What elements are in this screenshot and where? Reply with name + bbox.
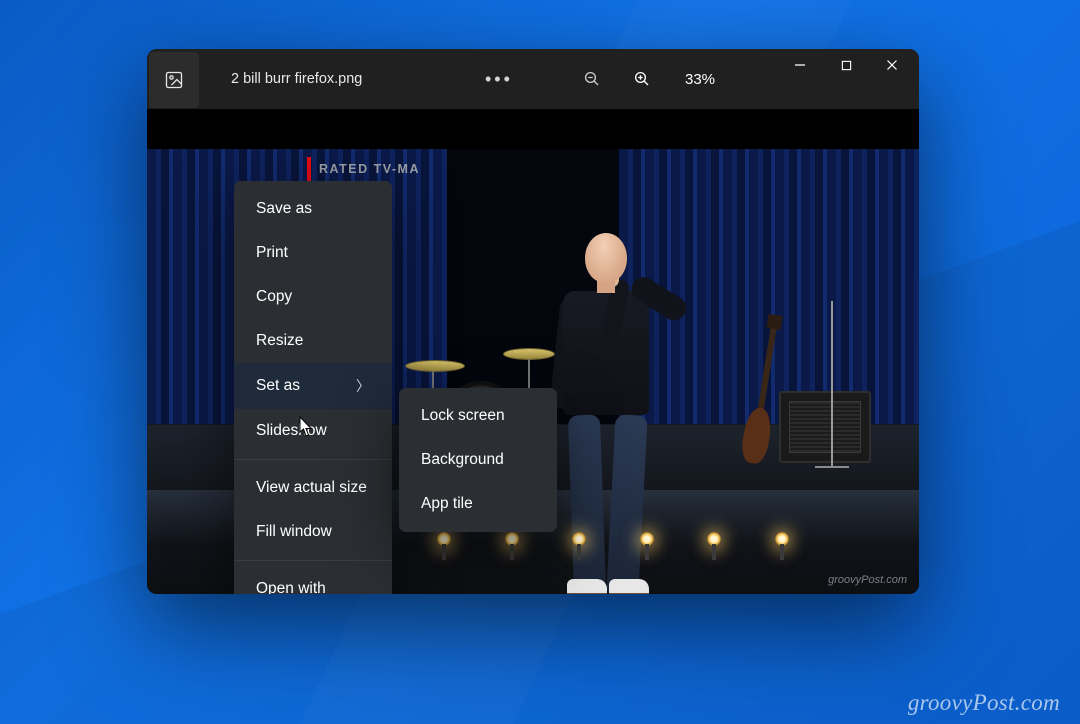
submenu-item-lock-screen[interactable]: Lock screen: [399, 394, 557, 438]
zoom-out-button[interactable]: [581, 68, 603, 90]
chevron-right-icon: 〉: [356, 376, 370, 396]
file-name: 2 bill burr firefox.png: [231, 71, 362, 87]
context-menu: Save as Print Copy Resize Set as 〉 Slide…: [234, 181, 392, 594]
more-button[interactable]: •••: [485, 69, 513, 90]
maximize-button[interactable]: [823, 49, 869, 81]
mouse-cursor-icon: [299, 416, 314, 443]
zoom-level[interactable]: 33%: [685, 71, 715, 88]
menu-item-resize[interactable]: Resize: [234, 319, 392, 363]
close-button[interactable]: [869, 49, 915, 81]
menu-separator: [234, 560, 392, 561]
minimize-button[interactable]: [777, 49, 823, 81]
rating-label: RATED TV-MA: [319, 162, 420, 176]
menu-item-set-as[interactable]: Set as 〉: [234, 363, 392, 409]
menu-item-open-with[interactable]: Open with: [234, 567, 392, 594]
photos-app-window: 2 bill burr firefox.png ••• 33%: [147, 49, 919, 594]
menu-item-print[interactable]: Print: [234, 231, 392, 275]
image-watermark: groovyPost.com: [828, 574, 907, 586]
context-submenu-set-as: Lock screen Background App tile: [399, 388, 557, 532]
submenu-item-background[interactable]: Background: [399, 438, 557, 482]
submenu-item-app-tile[interactable]: App tile: [399, 482, 557, 526]
zoom-controls: 33%: [581, 68, 715, 90]
menu-item-save-as[interactable]: Save as: [234, 187, 392, 231]
menu-item-copy[interactable]: Copy: [234, 275, 392, 319]
menu-item-fill-window[interactable]: Fill window: [234, 510, 392, 554]
site-watermark: groovyPost.com: [908, 690, 1060, 716]
content-rating-badge: RATED TV-MA: [307, 157, 420, 181]
menu-separator: [234, 459, 392, 460]
app-icon[interactable]: [149, 52, 199, 108]
menu-item-view-actual-size[interactable]: View actual size: [234, 466, 392, 510]
zoom-in-button[interactable]: [631, 68, 653, 90]
titlebar: 2 bill burr firefox.png ••• 33%: [147, 49, 919, 109]
window-controls: [777, 49, 915, 81]
